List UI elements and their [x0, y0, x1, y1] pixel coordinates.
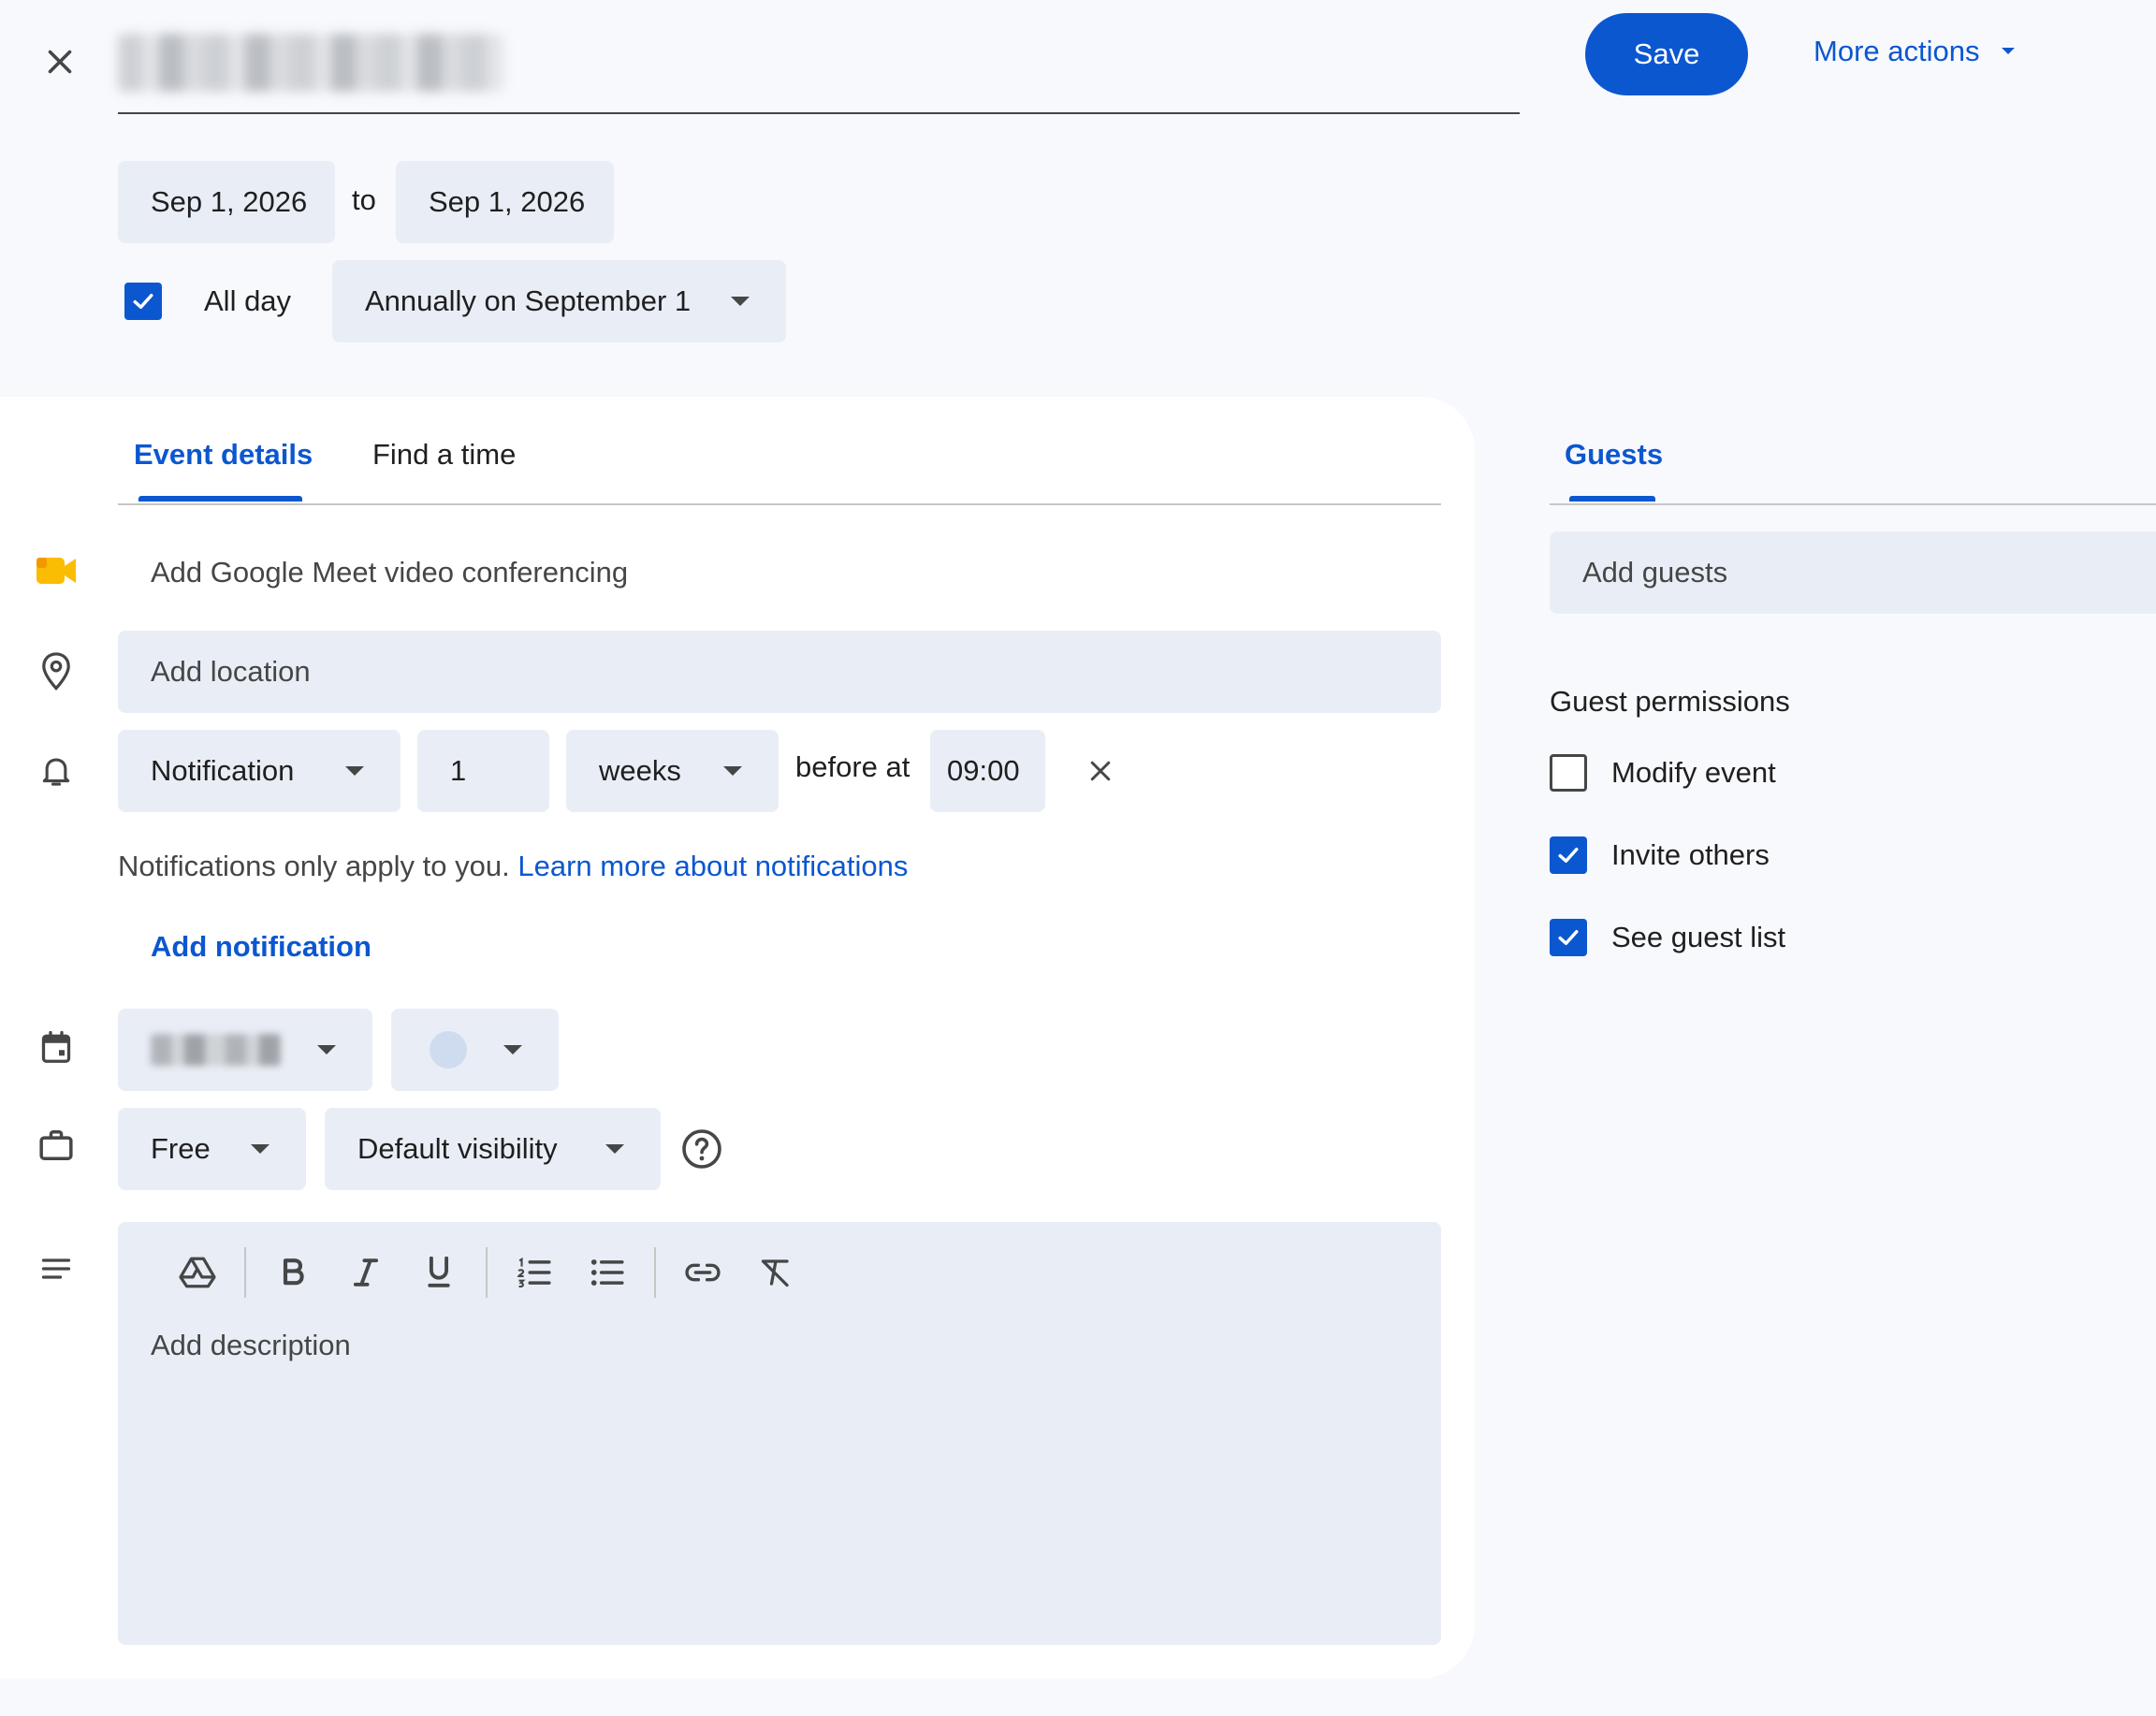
availability-select[interactable]: Free — [118, 1108, 306, 1190]
invite-others-checkbox[interactable] — [1550, 836, 1587, 874]
learn-more-notifications-link[interactable]: Learn more about notifications — [517, 850, 908, 882]
description-placeholder: Add description — [151, 1329, 351, 1361]
permission-modify-event[interactable]: Modify event — [1550, 754, 1776, 792]
guests-divider — [1550, 503, 2156, 505]
close-button[interactable] — [28, 30, 92, 94]
close-icon — [1090, 761, 1111, 781]
italic-button[interactable] — [338, 1244, 394, 1301]
add-guests-input[interactable]: Add guests — [1550, 531, 2156, 614]
underline-button[interactable] — [411, 1244, 467, 1301]
clear-formatting-icon — [761, 1259, 789, 1287]
save-button[interactable]: Save — [1585, 13, 1748, 95]
permission-invite-others[interactable]: Invite others — [1550, 836, 1770, 874]
bell-icon — [34, 749, 79, 793]
toolbar-separator — [486, 1247, 488, 1298]
see-guest-list-checkbox[interactable] — [1550, 919, 1587, 956]
redacted-calendar-name — [151, 1034, 282, 1066]
notes-icon — [34, 1246, 79, 1291]
caret-down-icon — [251, 1144, 270, 1154]
video-camera-icon — [34, 548, 79, 593]
formatting-toolbar — [161, 1244, 812, 1301]
to-label: to — [352, 183, 376, 216]
redacted-title — [118, 34, 503, 92]
caret-down-icon — [2002, 48, 2016, 54]
add-notification-button[interactable]: Add notification — [151, 930, 371, 964]
caret-down-icon — [723, 766, 742, 776]
tab-event-details[interactable]: Event details — [134, 438, 313, 472]
check-icon — [133, 294, 153, 309]
notification-amount-input[interactable]: 1 — [417, 730, 549, 812]
guests-tab-indicator — [1569, 496, 1655, 502]
calendar-icon — [34, 1025, 79, 1070]
tab-guests[interactable]: Guests — [1565, 438, 1663, 472]
underline-icon — [428, 1257, 450, 1287]
bulleted-list-button[interactable] — [579, 1244, 635, 1301]
location-input[interactable]: Add location — [118, 631, 1441, 713]
calendar-select[interactable] — [118, 1009, 372, 1091]
guest-permissions-title: Guest permissions — [1550, 685, 1790, 718]
tabs-divider — [118, 503, 1441, 505]
bold-button[interactable] — [265, 1244, 321, 1301]
notification-info: Notifications only apply to you. Learn m… — [118, 850, 909, 882]
close-icon — [48, 50, 72, 74]
bulleted-list-icon — [590, 1259, 624, 1286]
all-day-label: All day — [204, 284, 292, 317]
caret-down-icon — [317, 1045, 336, 1054]
tab-find-a-time[interactable]: Find a time — [372, 438, 516, 472]
start-date-field[interactable]: Sep 1, 2026 — [118, 161, 335, 243]
permission-label: See guest list — [1611, 921, 1786, 953]
modify-event-checkbox[interactable] — [1550, 754, 1587, 792]
event-color-select[interactable] — [391, 1009, 559, 1091]
clear-formatting-button[interactable] — [748, 1244, 804, 1301]
visibility-select[interactable]: Default visibility — [325, 1108, 661, 1190]
all-day-checkbox[interactable] — [124, 283, 162, 320]
link-icon — [685, 1263, 721, 1282]
event-title-input[interactable] — [118, 22, 1520, 114]
drive-attach-button[interactable] — [169, 1244, 226, 1301]
recurrence-select[interactable]: Annually on September 1 — [332, 260, 786, 342]
numbered-list-button[interactable] — [506, 1244, 562, 1301]
more-actions-label: More actions — [1814, 35, 1980, 67]
briefcase-icon — [34, 1123, 79, 1168]
caret-down-icon — [503, 1045, 522, 1054]
permission-label: Invite others — [1611, 838, 1770, 871]
active-tab-indicator — [138, 496, 302, 502]
drive-icon — [179, 1257, 216, 1288]
help-icon[interactable] — [679, 1127, 724, 1171]
remove-notification-button[interactable] — [1074, 745, 1127, 797]
more-actions-button[interactable]: More actions — [1814, 28, 2017, 75]
color-swatch — [430, 1031, 467, 1069]
before-at-label: before at — [795, 750, 910, 783]
check-icon — [1558, 848, 1579, 863]
toolbar-separator — [654, 1247, 656, 1298]
caret-down-icon — [605, 1144, 624, 1154]
notification-unit-select[interactable]: weeks — [566, 730, 779, 812]
notification-type-select[interactable]: Notification — [118, 730, 401, 812]
permission-label: Modify event — [1611, 756, 1776, 789]
toolbar-separator — [244, 1247, 246, 1298]
permission-see-guest-list[interactable]: See guest list — [1550, 919, 1785, 956]
description-editor[interactable]: Add description — [118, 1222, 1441, 1645]
caret-down-icon — [731, 297, 750, 306]
check-icon — [1558, 930, 1579, 945]
notification-time-input[interactable]: 09:00 — [930, 730, 1045, 812]
numbered-list-icon — [517, 1258, 551, 1287]
insert-link-button[interactable] — [675, 1244, 731, 1301]
add-meet-button[interactable]: Add Google Meet video conferencing — [151, 556, 628, 589]
caret-down-icon — [345, 766, 364, 776]
bold-icon — [283, 1258, 304, 1286]
italic-icon — [354, 1258, 378, 1287]
end-date-field[interactable]: Sep 1, 2026 — [396, 161, 614, 243]
location-pin-icon — [34, 649, 79, 694]
